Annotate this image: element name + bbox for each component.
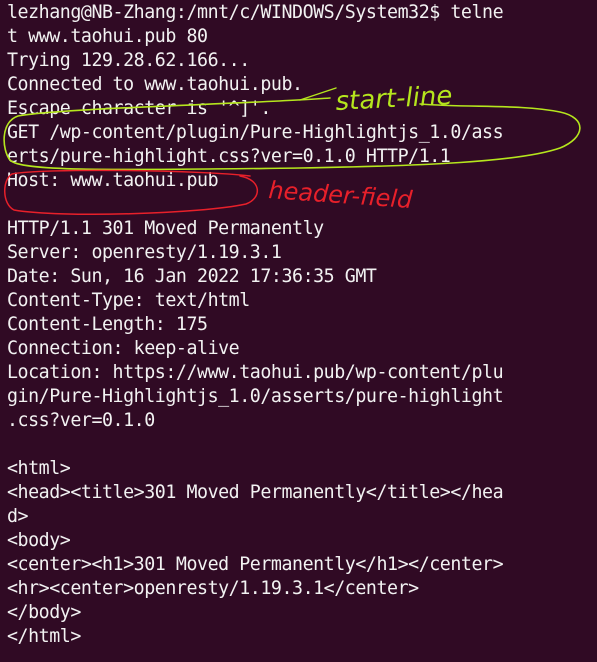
response-header: Server: openresty/1.19.3.1 (7, 242, 282, 263)
terminal-line: Connected to www.taohui.pub. (7, 74, 303, 95)
request-start-line-wrap: erts/pure-highlight.css?ver=0.1.0 HTTP/1… (7, 146, 451, 167)
response-header-wrap: .css?ver=0.1.0 (7, 410, 155, 431)
terminal-line-command: t www.taohui.pub 80 (7, 26, 208, 47)
terminal-line: Trying 129.28.62.166... (7, 50, 250, 71)
response-body-line: <center><h1>301 Moved Permanently</h1></… (7, 554, 504, 575)
terminal-line-prompt: lezhang@NB-Zhang:/mnt/c/WINDOWS/System32… (7, 2, 504, 23)
terminal-line: Escape character is '^]'. (7, 98, 271, 119)
response-body-line: <html> (7, 458, 71, 479)
response-header: Connection: keep-alive (7, 338, 240, 359)
response-header-wrap: gin/Pure-Highlightjs_1.0/asserts/pure-hi… (7, 386, 504, 407)
response-body-line: d> (7, 506, 29, 527)
response-header: Content-Type: text/html (7, 290, 250, 311)
response-body-line: <body> (7, 530, 71, 551)
response-body-line: <hr><center>openresty/1.19.3.1</center> (7, 578, 419, 599)
terminal-output: lezhang@NB-Zhang:/mnt/c/WINDOWS/System32… (7, 1, 597, 649)
response-body-line: </body> (7, 602, 81, 623)
response-body-line: </html> (7, 626, 81, 647)
request-host-header: Host: www.taohui.pub (7, 170, 219, 191)
response-body-line: <head><title>301 Moved Permanently</titl… (7, 482, 504, 503)
response-header: Location: https://www.taohui.pub/wp-cont… (7, 362, 504, 383)
terminal-window[interactable]: lezhang@NB-Zhang:/mnt/c/WINDOWS/System32… (0, 0, 597, 662)
response-status-line: HTTP/1.1 301 Moved Permanently (7, 218, 324, 239)
response-header: Content-Length: 175 (7, 314, 208, 335)
response-header: Date: Sun, 16 Jan 2022 17:36:35 GMT (7, 266, 377, 287)
request-start-line: GET /wp-content/plugin/Pure-Highlightjs_… (7, 122, 504, 143)
